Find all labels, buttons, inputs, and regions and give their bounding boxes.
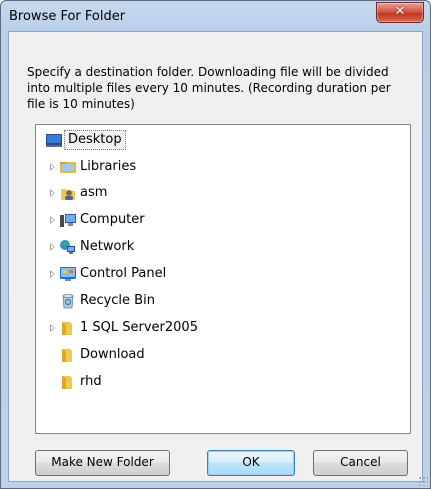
tree-item-label: Network (80, 239, 135, 254)
tree-item-network[interactable]: Network (40, 236, 240, 258)
tree-item-desktop[interactable]: Desktop (40, 129, 240, 151)
recycle-bin-icon (62, 294, 74, 309)
computer-icon (60, 214, 76, 227)
tree-item-computer[interactable]: Computer (40, 209, 240, 231)
tree-item-control-panel[interactable]: Control Panel (40, 263, 240, 285)
tree-item-label: Desktop (64, 130, 126, 150)
expand-arrow-icon[interactable] (50, 270, 55, 278)
control-panel-icon (60, 267, 76, 281)
tree-item-libraries[interactable]: Libraries (40, 156, 240, 178)
window-title: Browse For Folder (9, 9, 126, 24)
expand-arrow-icon[interactable] (50, 243, 55, 251)
ok-button[interactable]: OK (207, 450, 295, 476)
desktop-icon (46, 134, 62, 147)
close-button[interactable]: ✕ (376, 2, 424, 23)
user-folder-icon (61, 189, 75, 200)
close-icon: ✕ (394, 4, 406, 19)
expand-arrow-icon[interactable] (50, 324, 55, 332)
cancel-button[interactable]: Cancel (313, 450, 408, 476)
tree-item-label: Recycle Bin (80, 293, 155, 308)
libraries-icon (60, 162, 76, 173)
folder-tree[interactable]: Desktop Libraries asm Computer Network C… (35, 124, 411, 434)
tree-item-asm[interactable]: asm (40, 182, 240, 204)
tree-item-label: rhd (80, 374, 102, 389)
tree-item-recycle-bin[interactable]: Recycle Bin (40, 290, 240, 312)
tree-item-label: Control Panel (80, 266, 167, 281)
title-bar[interactable]: Browse For Folder ✕ (1, 1, 430, 31)
tree-item-label: Download (80, 347, 145, 362)
folder-icon (62, 349, 72, 362)
expand-arrow-icon[interactable] (50, 189, 55, 197)
expand-arrow-icon[interactable] (50, 163, 55, 171)
expand-arrow-icon[interactable] (50, 216, 55, 224)
tree-item-sql-server[interactable]: 1 SQL Server2005 (40, 317, 260, 339)
make-new-folder-button[interactable]: Make New Folder (35, 450, 170, 476)
tree-item-rhd[interactable]: rhd (40, 371, 240, 393)
tree-item-label: Libraries (80, 159, 137, 174)
folder-icon (62, 376, 72, 389)
tree-item-label: asm (80, 185, 108, 200)
folder-icon (62, 322, 72, 335)
network-icon (60, 240, 75, 254)
tree-item-label: 1 SQL Server2005 (80, 320, 198, 335)
tree-item-label: Computer (80, 212, 145, 227)
resize-grip[interactable] (418, 476, 428, 486)
instruction-text: Specify a destination folder. Downloadin… (27, 65, 391, 111)
tree-item-download[interactable]: Download (40, 344, 240, 366)
